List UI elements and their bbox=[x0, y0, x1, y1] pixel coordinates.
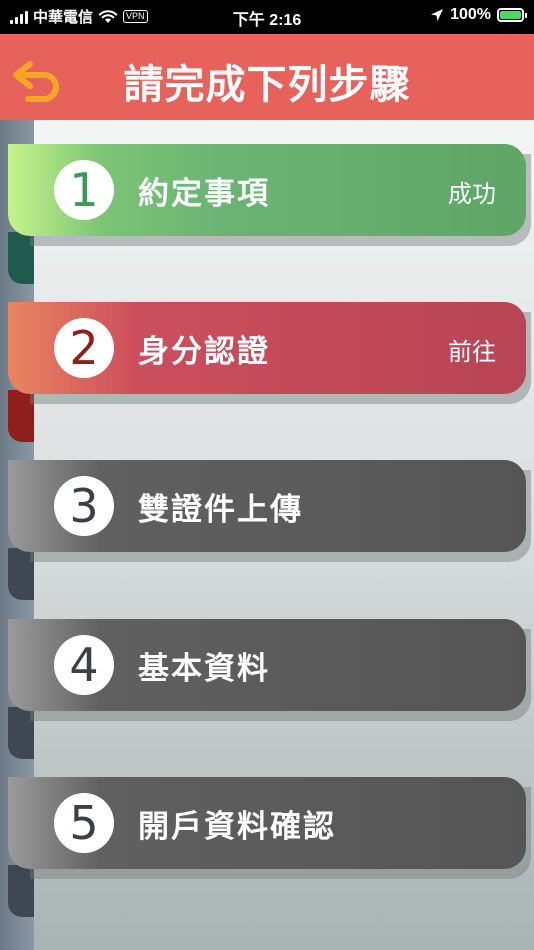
battery-percent: 100% bbox=[450, 6, 491, 23]
step-banner: 5 開戶資料確認 bbox=[8, 777, 526, 869]
step-status: 前往 bbox=[448, 338, 496, 366]
step-banner: 4 基本資料 bbox=[8, 619, 526, 711]
step-3-id-upload[interactable]: 3 雙證件上傳 bbox=[8, 460, 531, 600]
step-number: 5 bbox=[54, 793, 114, 853]
vpn-badge: VPN bbox=[123, 10, 148, 23]
battery-icon bbox=[497, 8, 527, 22]
signal-icon bbox=[10, 10, 28, 24]
step-banner: 3 雙證件上傳 bbox=[8, 460, 526, 552]
step-status: 成功 bbox=[448, 180, 496, 208]
status-right: 100% bbox=[430, 6, 527, 24]
step-4-basic-info[interactable]: 4 基本資料 bbox=[8, 619, 531, 759]
step-banner: 1 約定事項 成功 bbox=[8, 144, 526, 236]
status-bar: 中華電信 VPN 下午 2:16 100% bbox=[0, 0, 534, 34]
step-5-confirm[interactable]: 5 開戶資料確認 bbox=[8, 777, 531, 917]
step-label: 身分認證 bbox=[138, 334, 270, 370]
step-2-identity[interactable]: 2 身分認證 前往 bbox=[8, 302, 531, 442]
step-1-agreement[interactable]: 1 約定事項 成功 bbox=[8, 144, 531, 284]
step-list: 1 約定事項 成功 2 身分認證 前往 3 雙證件上傳 4 基本資料 5 開戶資… bbox=[0, 120, 534, 950]
step-label: 約定事項 bbox=[138, 176, 270, 212]
step-label: 基本資料 bbox=[138, 651, 270, 687]
step-number: 3 bbox=[54, 476, 114, 536]
step-number: 1 bbox=[54, 160, 114, 220]
location-arrow-icon bbox=[431, 9, 444, 21]
step-number: 4 bbox=[54, 635, 114, 695]
step-label: 雙證件上傳 bbox=[138, 492, 303, 528]
step-banner: 2 身分認證 前往 bbox=[8, 302, 526, 394]
status-left: 中華電信 VPN bbox=[10, 6, 148, 27]
carrier-name: 中華電信 bbox=[33, 9, 94, 26]
wifi-icon bbox=[98, 9, 118, 23]
step-number: 2 bbox=[54, 318, 114, 378]
header-bar: 請完成下列步驟 bbox=[0, 34, 534, 120]
page-title: 請完成下列步驟 bbox=[123, 62, 411, 108]
step-label: 開戶資料確認 bbox=[138, 809, 336, 845]
